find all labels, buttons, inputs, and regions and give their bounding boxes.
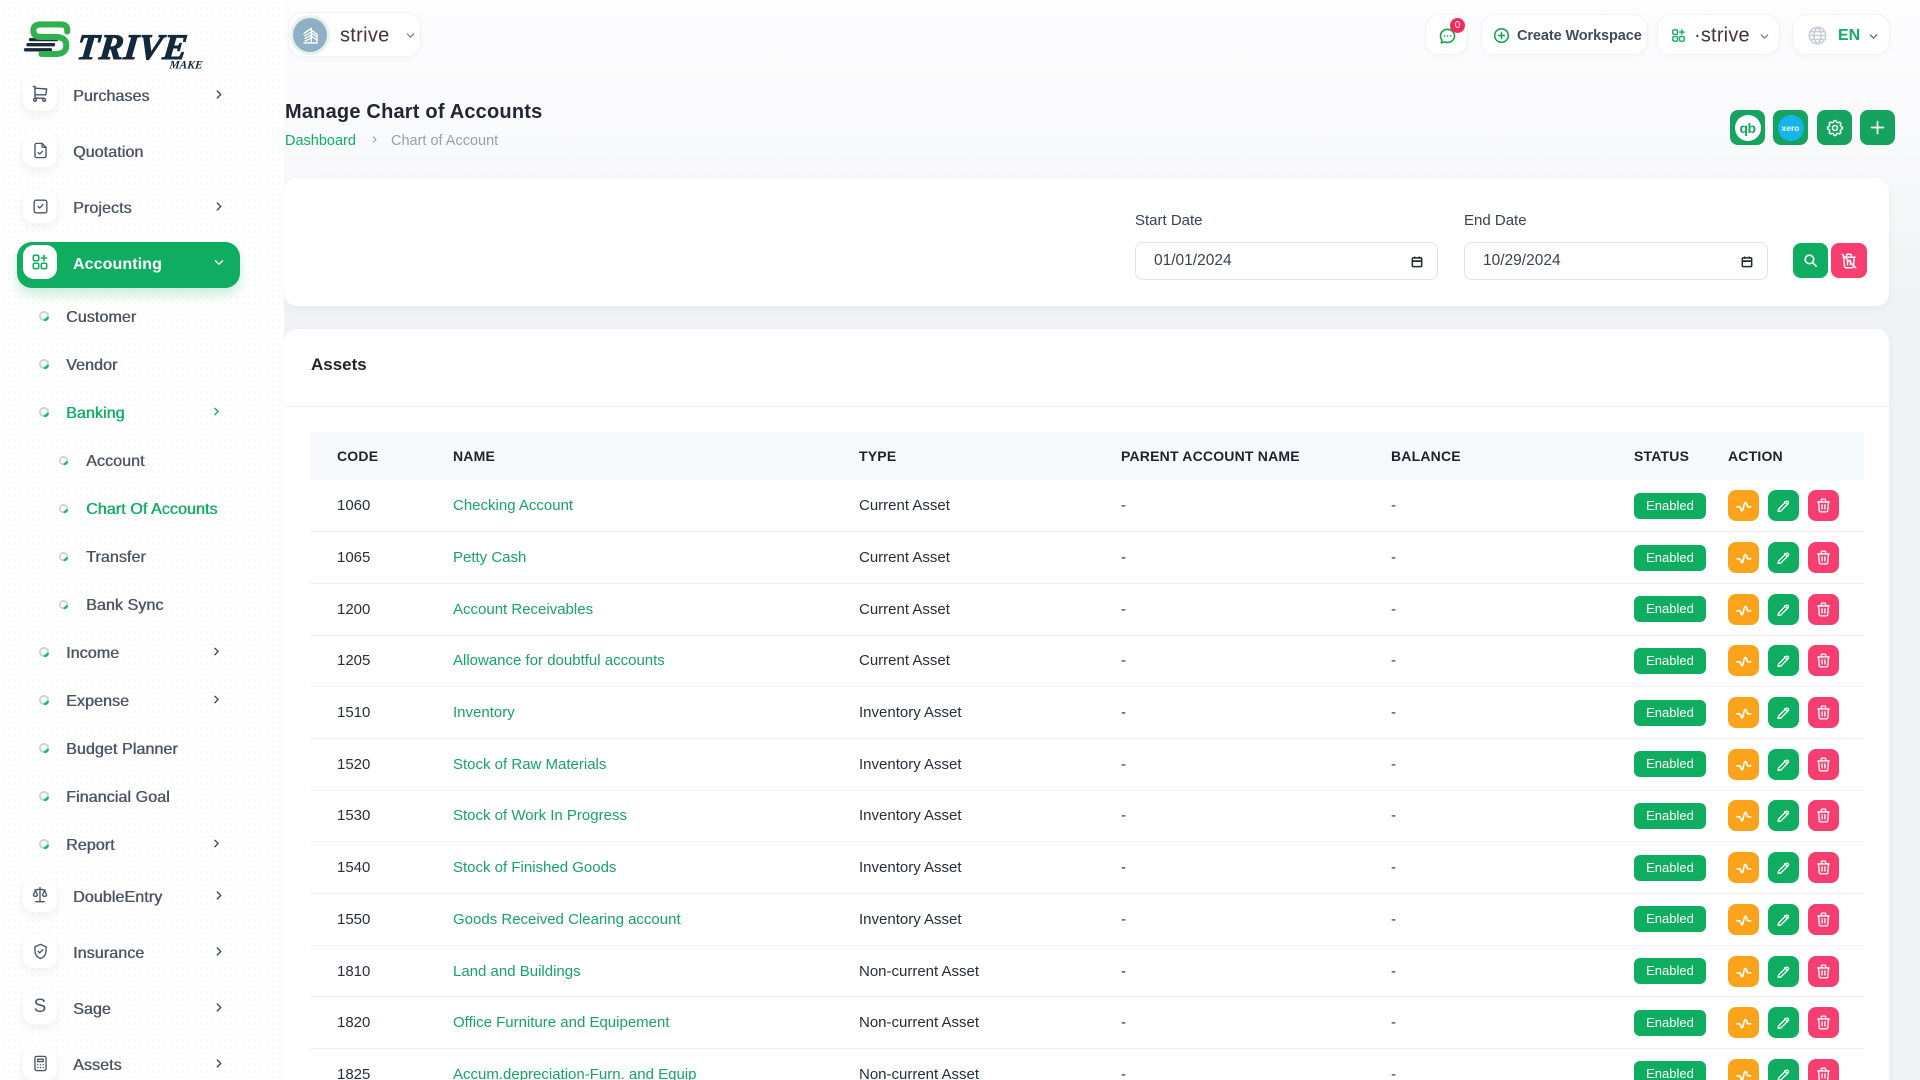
svg-text:MAKE: MAKE [168, 60, 204, 72]
